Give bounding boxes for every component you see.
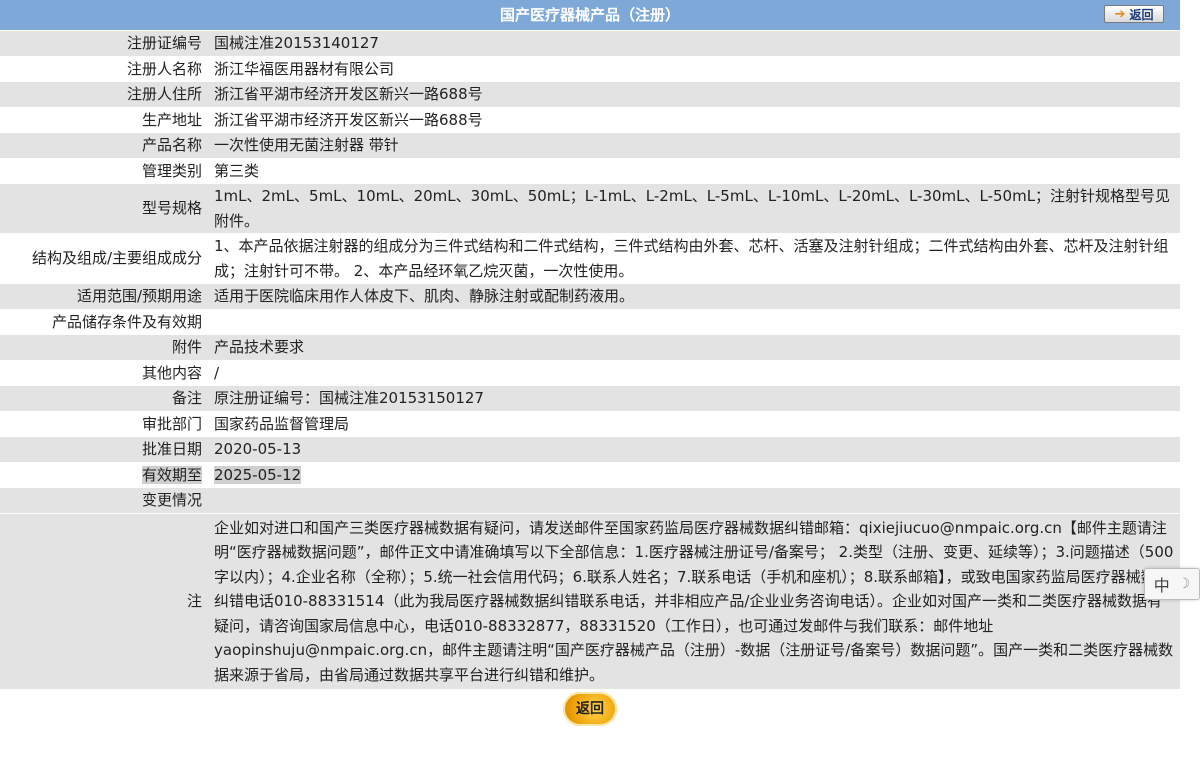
table-row: 审批部门 国家药品监督管理局 [0, 411, 1180, 437]
field-value: 第三类 [208, 158, 1180, 184]
field-label: 附件 [0, 334, 208, 361]
table-row: 管理类别 第三类 [0, 158, 1180, 184]
table-row: 生产地址 浙江省平湖市经济开发区新兴一路688号 [0, 107, 1180, 133]
footer-row: 返回 [0, 689, 1180, 729]
field-label: 注册人名称 [0, 56, 208, 82]
table-row: 型号规格 1mL、2mL、5mL、10mL、20mL、30mL、50mL；L-1… [0, 183, 1180, 234]
detail-page: 国产医疗器械产品（注册） ➔ 返回 注册证编号 国械注准20153140127 … [0, 0, 1180, 729]
field-value: 国械注准20153140127 [208, 31, 1180, 57]
table-row: 注册证编号 国械注准20153140127 [0, 31, 1180, 57]
field-label: 批准日期 [0, 436, 208, 463]
highlighted-value: 2025-05-12 [214, 465, 302, 484]
table-row: 有效期至 2025-05-12 [0, 462, 1180, 488]
table-row: 批准日期 2020-05-13 [0, 436, 1180, 463]
title-bar: 国产医疗器械产品（注册） ➔ 返回 [0, 0, 1180, 31]
field-value [208, 487, 1180, 514]
table-row: 备注 原注册证编号：国械注准20153150127 [0, 385, 1180, 412]
field-label: 审批部门 [0, 411, 208, 437]
page-title: 国产医疗器械产品（注册） [499, 6, 680, 24]
field-value: 浙江省平湖市经济开发区新兴一路688号 [208, 107, 1180, 133]
table-row: 适用范围/预期用途 适用于医院临床用作人体皮下、肌肉、静脉注射或配制药液用。 [0, 283, 1180, 310]
field-label: 管理类别 [0, 158, 208, 184]
field-value: 原注册证编号：国械注准20153150127 [208, 385, 1180, 412]
table-row: 产品名称 一次性使用无菌注射器 带针 [0, 132, 1180, 159]
field-label: 注册证编号 [0, 31, 208, 57]
table-row: 变更情况 [0, 487, 1180, 514]
field-label: 生产地址 [0, 107, 208, 133]
moon-icon: ☽ [1177, 576, 1191, 592]
back-button-bottom[interactable]: 返回 [563, 692, 617, 726]
table-row: 注册人住所 浙江省平湖市经济开发区新兴一路688号 [0, 81, 1180, 108]
field-value: 1、本产品依据注射器的组成分为三件式结构和二件式结构，三件式结构由外套、芯杆、活… [208, 233, 1180, 284]
table-row: 产品储存条件及有效期 [0, 309, 1180, 335]
field-label: 产品名称 [0, 132, 208, 159]
field-label: 型号规格 [0, 183, 208, 234]
field-value: 适用于医院临床用作人体皮下、肌肉、静脉注射或配制药液用。 [208, 283, 1180, 310]
table-row: 结构及组成/主要组成成分 1、本产品依据注射器的组成分为三件式结构和二件式结构，… [0, 233, 1180, 284]
field-value: 产品技术要求 [208, 334, 1180, 361]
field-value: 国家药品监督管理局 [208, 411, 1180, 437]
field-value: 2025-05-12 [208, 462, 1180, 488]
field-label: 备注 [0, 385, 208, 412]
field-value: 1mL、2mL、5mL、10mL、20mL、30mL、50mL；L-1mL、L-… [208, 183, 1180, 234]
field-value: 浙江省平湖市经济开发区新兴一路688号 [208, 81, 1180, 108]
table-row: 注册人名称 浙江华福医用器材有限公司 [0, 56, 1180, 82]
table-row: 其他内容 / [0, 360, 1180, 386]
field-label: 注册人住所 [0, 81, 208, 108]
field-label: 其他内容 [0, 360, 208, 386]
field-label: 适用范围/预期用途 [0, 283, 208, 310]
arrow-right-icon: ➔ [1114, 6, 1126, 22]
highlighted-label: 有效期至 [141, 465, 202, 484]
field-value: / [208, 360, 1180, 386]
field-label: 变更情况 [0, 487, 208, 514]
field-value: 一次性使用无菌注射器 带针 [208, 132, 1180, 159]
note-label: 注 [0, 513, 208, 690]
field-label: 结构及组成/主要组成成分 [0, 233, 208, 284]
note-row: 注 企业如对进口和国产三类医疗器械数据有疑问，请发送邮件至国家药监局医疗器械数据… [0, 513, 1180, 690]
field-value [208, 309, 1180, 335]
footer-cell: 返回 [0, 689, 1180, 729]
back-button-top[interactable]: ➔ 返回 [1104, 5, 1164, 23]
field-value: 2020-05-13 [208, 436, 1180, 463]
field-value: 浙江华福医用器材有限公司 [208, 56, 1180, 82]
table-row: 附件 产品技术要求 [0, 334, 1180, 361]
note-text: 企业如对进口和国产三类医疗器械数据有疑问，请发送邮件至国家药监局医疗器械数据纠错… [208, 513, 1180, 690]
detail-table: 注册证编号 国械注准20153140127 注册人名称 浙江华福医用器材有限公司… [0, 31, 1180, 729]
field-label: 有效期至 [0, 462, 208, 488]
ime-indicator[interactable]: 中 ☽ [1144, 568, 1200, 600]
field-label: 产品储存条件及有效期 [0, 309, 208, 335]
ime-mode-label: 中 [1153, 576, 1170, 595]
back-button-label: 返回 [1129, 7, 1154, 22]
